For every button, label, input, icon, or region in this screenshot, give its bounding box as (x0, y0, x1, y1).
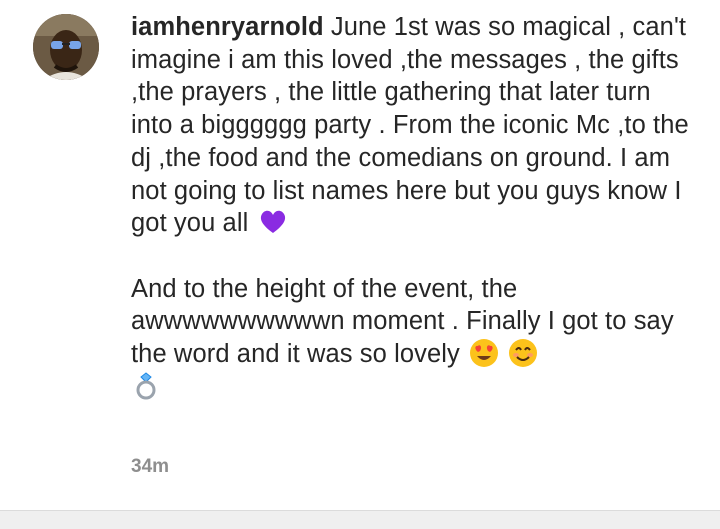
comment: iamhenryarnold June 1st was so magical ,… (0, 0, 720, 529)
comment-text-2: And to the height of the event, the awww… (131, 274, 674, 369)
bottom-divider (0, 510, 720, 511)
comment-paragraph-2: And to the height of the event, the awww… (131, 273, 691, 404)
avatar-image (33, 14, 99, 80)
comment-text-1: June 1st was so magical , can't imagine … (131, 13, 689, 238)
ring-icon (131, 371, 161, 401)
purple-heart-icon (258, 207, 288, 237)
avatar[interactable] (33, 14, 99, 80)
comment-paragraph-1: iamhenryarnold June 1st was so magical ,… (131, 11, 691, 240)
comment-username[interactable]: iamhenryarnold (131, 13, 324, 41)
bottom-divider-area (0, 510, 720, 529)
smiling-face-icon (508, 338, 538, 368)
comment-body: iamhenryarnold June 1st was so magical ,… (131, 11, 691, 403)
heart-eyes-face-icon (469, 338, 499, 368)
comment-timestamp: 34m (131, 456, 170, 477)
